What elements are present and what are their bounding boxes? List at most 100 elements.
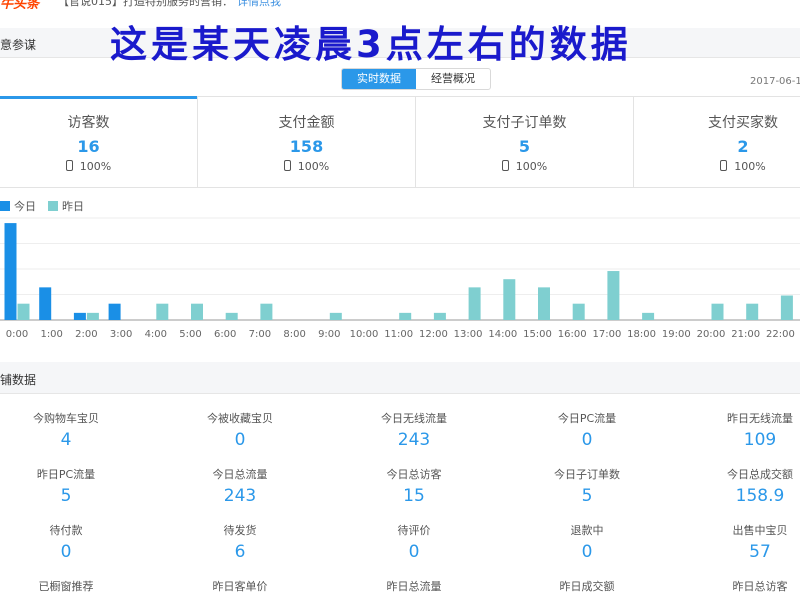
- bar-yesterday: [399, 312, 412, 320]
- shop-stat-label: 今日总成交额: [727, 468, 793, 481]
- shop-stat[interactable]: 昨日无线流量 109: [680, 412, 800, 450]
- metric-percent: 100%: [734, 160, 766, 173]
- shop-stat-label: 昨日成交额: [559, 580, 615, 593]
- shop-stat-label: 昨日无线流量: [727, 412, 793, 425]
- shop-stat[interactable]: 出售中宝贝 57: [680, 524, 800, 562]
- x-tick-label: 3:00: [110, 329, 132, 340]
- shop-stat[interactable]: 待付款 0: [0, 524, 146, 562]
- shop-stat[interactable]: 昨日成交额: [507, 580, 667, 598]
- shop-stat[interactable]: 昨日PC流量 5: [0, 468, 146, 506]
- x-tick-label: 12:00: [419, 329, 448, 340]
- shop-stat-label: 今被收藏宝贝: [207, 412, 273, 425]
- metric-card-visitors[interactable]: 访客数 16 100%: [0, 96, 198, 188]
- metric-value: 5: [518, 137, 531, 156]
- metric-card-sub-orders[interactable]: 支付子订单数 5 100%: [416, 97, 634, 188]
- bar-yesterday: [746, 303, 759, 320]
- shop-stat[interactable]: 待发货 6: [160, 524, 320, 562]
- shop-stat[interactable]: 今被收藏宝贝 0: [160, 412, 320, 450]
- notice-link[interactable]: 详情点我: [237, 0, 281, 8]
- shop-stat[interactable]: 昨日总访客: [680, 580, 800, 598]
- x-tick-label: 19:00: [662, 329, 691, 340]
- shop-stat-value: 0: [234, 430, 246, 450]
- x-tick-label: 6:00: [214, 329, 236, 340]
- metric-card-payment-amount[interactable]: 支付金额 158 100%: [198, 97, 416, 188]
- bar-yesterday: [711, 303, 724, 320]
- x-tick-label: 18:00: [627, 329, 656, 340]
- x-tick-label: 20:00: [697, 329, 726, 340]
- shop-stat[interactable]: 今日总流量 243: [160, 468, 320, 506]
- overlay-caption: 这是某天凌晨3点左右的数据: [110, 23, 632, 66]
- bar-yesterday: [433, 312, 446, 320]
- legend-swatch-yesterday: [48, 201, 58, 211]
- section-title: 意参谋: [0, 38, 37, 52]
- bar-yesterday: [572, 303, 585, 320]
- metric-mobile-share: 100%: [0, 160, 197, 173]
- shop-stat[interactable]: 昨日总流量: [334, 580, 494, 598]
- shop-stat[interactable]: 待评价 0: [334, 524, 494, 562]
- hourly-bar-chart: 0:00 1:00 2:00 3:00 4:00 5:00 6:00 7:00 8:00 9:00…: [0, 217, 800, 340]
- date-label: 2017-06-11: [750, 76, 800, 87]
- metric-value: 158: [289, 137, 324, 156]
- shop-stat[interactable]: 退款中 0: [507, 524, 667, 562]
- shop-stat-value: 0: [581, 430, 593, 450]
- site-logo[interactable]: 牛头条: [0, 0, 46, 9]
- shop-stat-value: 0: [60, 542, 72, 562]
- bar-yesterday: [538, 287, 550, 320]
- bar-yesterday: [607, 271, 620, 320]
- legend-swatch-today: [0, 201, 10, 211]
- phone-icon: [65, 160, 73, 171]
- metric-cards: 访客数 16 100% 支付金额 158 100% 支付子订单数 5 100% …: [0, 96, 800, 188]
- metric-card-buyers[interactable]: 支付买家数 2 100%: [634, 97, 800, 188]
- legend-item-today[interactable]: 今日: [0, 198, 36, 214]
- shop-stat-label: 退款中: [570, 524, 604, 537]
- shop-stat-label: 今日无线流量: [381, 412, 447, 425]
- tab-realtime[interactable]: 实时数据: [342, 69, 416, 89]
- x-tick-label: 5:00: [179, 329, 201, 340]
- shop-stat[interactable]: 今日PC流量 0: [507, 412, 667, 450]
- tab-overview[interactable]: 经营概况: [416, 69, 490, 89]
- bar-yesterday: [260, 303, 273, 320]
- metric-label: 支付金额: [278, 115, 335, 131]
- shop-stat-label: 昨日PC流量: [36, 468, 96, 481]
- shop-stat-value: 4: [60, 430, 72, 450]
- shop-stat-value: 6: [234, 542, 246, 562]
- bar-today: [4, 223, 17, 320]
- shop-stat-value: 243: [223, 486, 257, 506]
- metric-label: 访客数: [67, 115, 110, 131]
- dashboard-page: 牛头条 【官说015】打造特别服务的营销： 详情点我 这是某天凌晨3点左右的数据 …: [0, 0, 800, 600]
- metric-label: 支付买家数: [708, 115, 778, 131]
- shop-stat[interactable]: 今日无线流量 243: [334, 412, 494, 450]
- shop-stat-value: 0: [408, 542, 420, 562]
- bar-today: [108, 303, 121, 320]
- bar-yesterday: [191, 303, 203, 320]
- bar-today: [73, 312, 86, 320]
- x-tick-label: 10:00: [350, 329, 379, 340]
- x-tick-label: 0:00: [6, 329, 28, 340]
- x-tick-label: 16:00: [558, 329, 587, 340]
- shop-stat-value: 158.9: [735, 486, 785, 506]
- shop-stat[interactable]: 已橱窗推荐: [0, 580, 146, 598]
- legend-label: 今日: [14, 200, 36, 213]
- x-tick-label: 17:00: [592, 329, 621, 340]
- x-tick-label: 15:00: [523, 329, 552, 340]
- shop-stat-label: 今日总访客: [386, 468, 442, 481]
- x-tick-label: 8:00: [283, 329, 305, 340]
- shop-stat[interactable]: 昨日客单价: [160, 580, 320, 598]
- x-tick-label: 9:00: [318, 329, 340, 340]
- bar-today: [39, 287, 52, 320]
- shop-stat-value: 243: [397, 430, 431, 450]
- shop-stat-label: 待评价: [397, 524, 431, 537]
- bar-yesterday: [156, 303, 169, 320]
- shop-stat[interactable]: 今日子订单数 5: [507, 468, 667, 506]
- legend-item-yesterday[interactable]: 昨日: [48, 198, 84, 214]
- x-tick-label: 2:00: [75, 329, 97, 340]
- shop-stat[interactable]: 今日总成交额 158.9: [680, 468, 800, 506]
- bar-yesterday: [780, 295, 793, 320]
- shop-stat-label: 今日子订单数: [554, 468, 620, 481]
- bar-yesterday: [329, 312, 342, 320]
- x-tick-label: 21:00: [731, 329, 760, 340]
- shop-stat[interactable]: 今日总访客 15: [334, 468, 494, 506]
- legend-label: 昨日: [62, 200, 84, 213]
- shop-stat[interactable]: 今购物车宝贝 4: [0, 412, 146, 450]
- shop-stat-label: 今购物车宝贝: [33, 412, 99, 425]
